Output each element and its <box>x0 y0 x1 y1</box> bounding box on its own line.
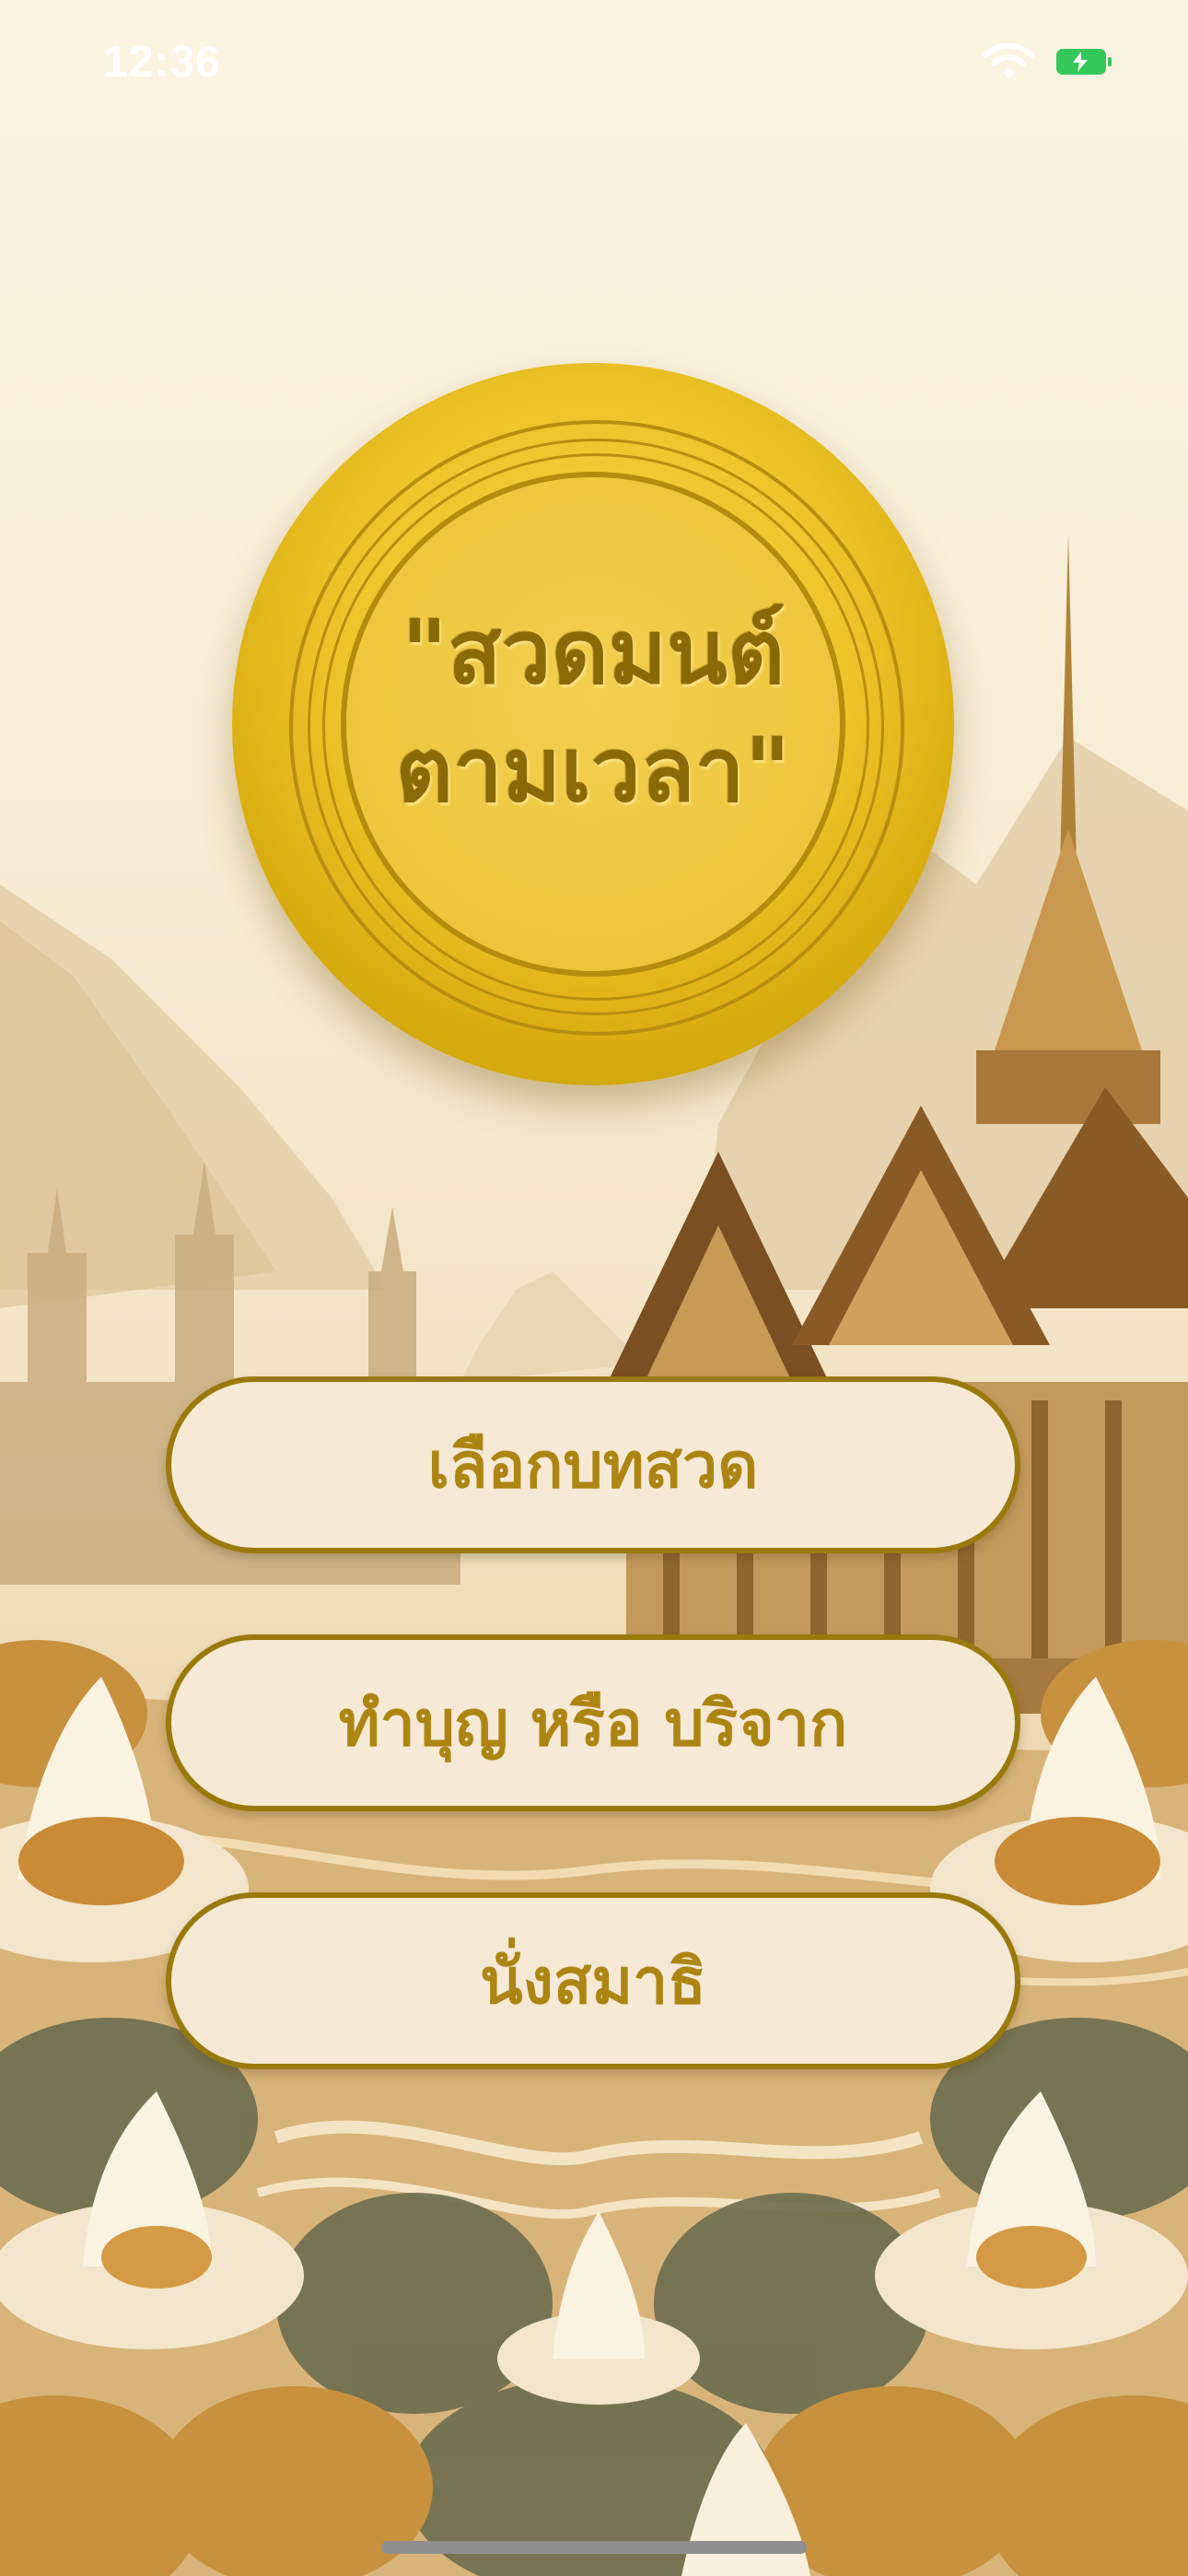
app-screen: 12:36 "สวดมนต์ ตามเวลา" เลือกบทสวด ทำบุญ… <box>0 0 1188 2576</box>
home-indicator[interactable] <box>381 2541 807 2554</box>
select-chant-button[interactable]: เลือกบทสวด <box>166 1376 1020 1553</box>
app-title-medallion: "สวดมนต์ ตามเวลา" <box>232 363 954 1085</box>
select-chant-label: เลือกบทสวด <box>427 1430 759 1503</box>
make-merit-donate-label: ทำบุญ หรือ บริจาก <box>338 1688 848 1761</box>
meditation-button[interactable]: นั่งสมาธิ <box>166 1892 1020 2069</box>
battery-charging-icon <box>1056 49 1112 75</box>
make-merit-donate-button[interactable]: ทำบุญ หรือ บริจาก <box>166 1634 1020 1811</box>
meditation-label: นั่งสมาธิ <box>480 1946 706 2019</box>
status-time: 12:36 <box>103 38 221 87</box>
app-title: "สวดมนต์ ตามเวลา" <box>232 593 954 829</box>
app-title-line-1: "สวดมนต์ <box>401 601 786 704</box>
app-title-line-2: ตามเวลา" <box>395 719 791 822</box>
wifi-icon <box>983 42 1034 77</box>
